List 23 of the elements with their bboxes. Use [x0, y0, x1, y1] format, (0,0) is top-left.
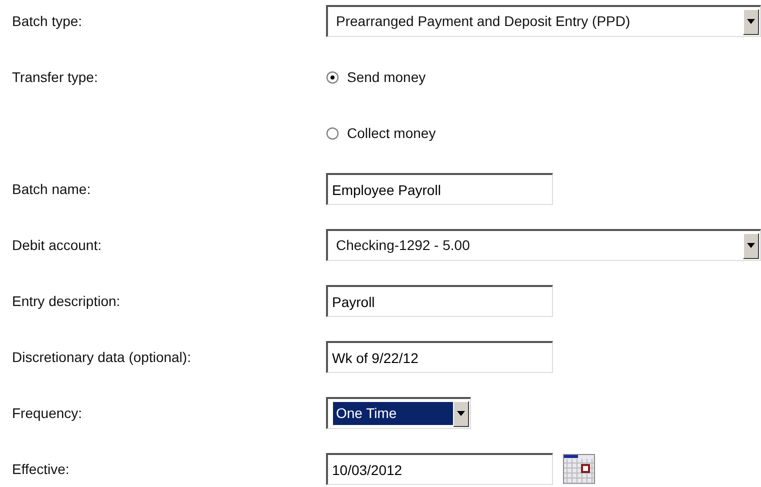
text-field[interactable]: Payroll	[326, 285, 553, 317]
field-label: Batch name:	[12, 180, 91, 196]
radio-option[interactable]: Send money	[326, 66, 426, 88]
field-label: Transfer type:	[12, 68, 98, 84]
field-label: Discretionary data (optional):	[12, 348, 191, 364]
radio-button[interactable]	[326, 70, 339, 84]
dropdown[interactable]: One Time	[326, 397, 471, 429]
calendar-icon[interactable]	[563, 454, 595, 484]
caret-icon	[747, 243, 755, 248]
dropdown[interactable]: Prearranged Payment and Deposit Entry (PPD)	[326, 5, 761, 37]
text-field[interactable]: Employee Payroll	[326, 173, 553, 205]
caret-icon	[457, 411, 465, 416]
field-label: Effective:	[12, 460, 70, 476]
date-field[interactable]: 10/03/2012	[326, 453, 553, 485]
radio-option[interactable]: Collect money	[326, 122, 436, 144]
radio-button[interactable]	[326, 126, 339, 140]
caret-icon	[747, 19, 755, 24]
dropdown[interactable]: Checking-1292 - 5.00	[326, 229, 761, 261]
field-label: Batch type:	[12, 12, 82, 28]
field-label: Entry description:	[12, 292, 120, 308]
field-label: Frequency:	[12, 404, 82, 420]
text-field[interactable]: Wk of 9/22/12	[326, 341, 553, 373]
field-label: Debit account:	[12, 236, 102, 252]
